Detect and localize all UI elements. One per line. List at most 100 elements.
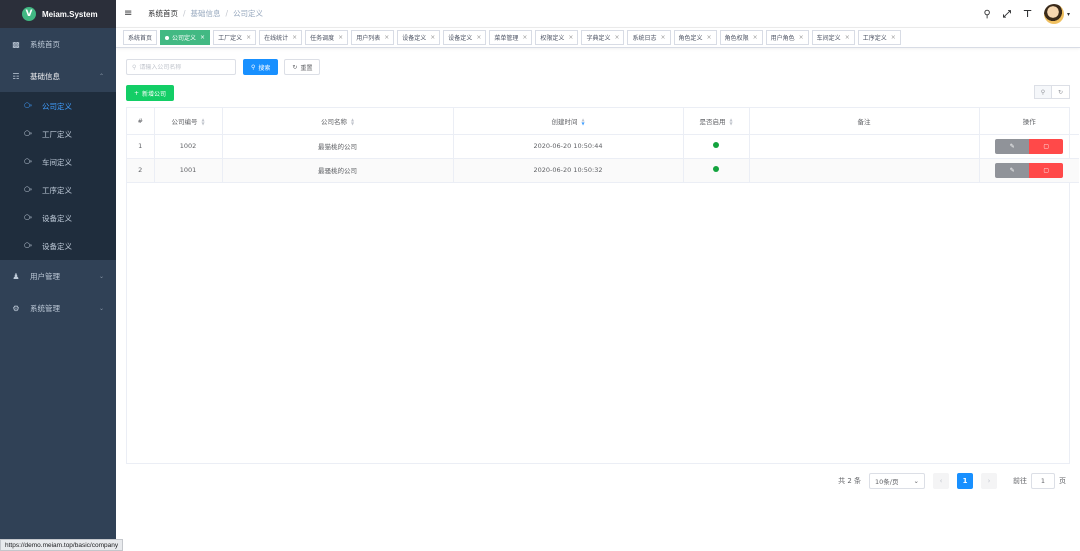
tag-6[interactable]: 设备定义 × [397,30,441,45]
cell-created: 2020-06-20 10:50:32 [453,158,684,183]
sort-icon[interactable]: ▲ ▼ [201,118,204,125]
close-icon[interactable]: × [476,34,481,41]
close-icon[interactable]: × [384,34,389,41]
sort-icon[interactable]: ▲ ▼ [581,118,584,125]
cell-name: 最猫桃的公司 [222,134,454,159]
page-number-current[interactable]: 1 [957,473,973,489]
company-name-field[interactable]: ⚲ [126,59,236,75]
tag-11[interactable]: 系统日志 × [627,30,671,45]
brand-name: Meiam.System [42,9,98,19]
tag-13[interactable]: 角色权限 × [719,30,763,45]
close-icon[interactable]: × [891,34,896,41]
sidebar-item-equipment-2[interactable]: ⧂ 设备定义 [0,232,116,260]
tag-label: 用户列表 [356,35,381,42]
cell-actions: ✎ ▢ [979,134,1079,159]
tag-9[interactable]: 权限定义 × [535,30,579,45]
cell-code: 1002 [154,134,223,159]
gear-icon: ⚙ [12,303,20,313]
enabled-check-icon [713,142,719,148]
close-icon[interactable]: × [522,34,527,41]
tag-14[interactable]: 用户角色 × [765,30,809,45]
column-header-name[interactable]: 公司名称 ▲ ▼ [222,108,454,135]
edit-button[interactable]: ✎ [995,138,1030,154]
sidebar-item-home[interactable]: ▩ 系统首页 [0,28,116,60]
fullscreen-icon[interactable]: ⤢ [1003,9,1011,20]
search-icon: ⚲ [251,63,256,71]
prev-page-button[interactable]: ‹ [933,473,949,489]
reset-button[interactable]: ↻ 重置 [284,59,321,75]
tag-0[interactable]: 系统首页 [123,30,158,45]
tag-10[interactable]: 字典定义 × [581,30,625,45]
sidebar-item-workshop[interactable]: ⧂ 车间定义 [0,148,116,176]
chevron-left-icon: ‹ [939,477,943,485]
delete-button[interactable]: ▢ [1029,138,1064,154]
tag-label: 角色权限 [724,35,749,42]
sidebar-item-users[interactable]: ♟ 用户管理 ⌄ [0,260,116,292]
tag-1[interactable]: 公司定义 × [160,30,211,45]
close-icon[interactable]: × [430,34,435,41]
sidebar-item-company[interactable]: ⧂ 公司定义 [0,92,116,120]
column-header-enabled[interactable]: 是否启用 ▲ ▼ [683,108,750,135]
toggle-search-button[interactable]: ⚲ [1034,85,1052,99]
sidebar-item-factory[interactable]: ⧂ 工厂定义 [0,120,116,148]
tag-4[interactable]: 任务调度 × [305,30,349,45]
add-company-button[interactable]: + 新增公司 [126,85,175,101]
close-icon[interactable]: × [661,34,666,41]
tag-label: 任务调度 [310,35,335,42]
close-icon[interactable]: × [200,34,205,41]
caret-down-icon[interactable]: ▾ [1067,11,1070,18]
sidebar-item-system[interactable]: ⚙ 系统管理 ⌄ [0,292,116,324]
page-size-value: 10条/页 [875,478,899,486]
trash-icon: ▢ [1043,166,1050,174]
page-size-select[interactable]: 10条/页 ⌄ [869,473,925,489]
column-header-created[interactable]: 创建时间 ▲ ▼ [453,108,684,135]
tag-12[interactable]: 角色定义 × [673,30,717,45]
avatar[interactable] [1043,4,1064,24]
column-header-code[interactable]: 公司编号 ▲ ▼ [154,108,223,135]
company-name-input[interactable] [139,63,230,71]
font-size-icon[interactable]: ⊤ [1023,9,1032,20]
close-icon[interactable]: × [568,34,573,41]
tag-label: 菜单管理 [494,35,519,42]
brand[interactable]: V Meiam.System [0,0,116,28]
tag-label: 在线统计 [264,35,289,42]
close-icon[interactable]: × [845,34,850,41]
sort-icon[interactable]: ▲ ▼ [351,118,354,125]
breadcrumb-home[interactable]: 系统首页 [148,8,178,19]
sort-icon[interactable]: ▲ ▼ [729,118,732,125]
tag-15[interactable]: 车间定义 × [811,30,855,45]
close-icon[interactable]: × [246,34,251,41]
close-icon[interactable]: × [338,34,343,41]
sidebar-item-label: 系统管理 [30,303,60,313]
tag-5[interactable]: 用户列表 × [351,30,395,45]
cell-created: 2020-06-20 10:50:44 [453,134,684,159]
search-button[interactable]: ⚲ 搜索 [243,59,279,75]
status-bar-url: https://demo.meiam.top/basic/company [0,539,124,551]
edit-button[interactable]: ✎ [995,162,1030,178]
sidebar-item-process[interactable]: ⧂ 工序定义 [0,176,116,204]
close-icon[interactable]: × [799,34,804,41]
tag-3[interactable]: 在线统计 × [259,30,303,45]
sidebar-item-equipment-1[interactable]: ⧂ 设备定义 [0,204,116,232]
tag-2[interactable]: 工厂定义 × [213,30,257,45]
search-icon[interactable]: ⚲ [984,9,991,20]
sidebar-item-label: 工厂定义 [42,129,72,139]
enabled-check-icon [713,166,719,172]
close-icon[interactable]: × [292,34,297,41]
goto-page-input[interactable] [1031,473,1055,489]
hamburger-icon[interactable]: ≡ [124,8,144,19]
close-icon[interactable]: × [614,34,619,41]
close-icon[interactable]: × [707,34,712,41]
column-header-label: 备注 [857,117,871,126]
next-page-button[interactable]: › [981,473,997,489]
tag-16[interactable]: 工序定义 × [857,30,901,45]
close-icon[interactable]: × [753,34,758,41]
tag-8[interactable]: 菜单管理 × [489,30,533,45]
sidebar-item-basic-info[interactable]: ☶ 基础信息 ⌃ [0,60,116,92]
users-icon: ♟ [12,271,20,281]
tag-label: 系统日志 [632,35,657,42]
delete-button[interactable]: ▢ [1029,162,1064,178]
tag-7[interactable]: 设备定义 × [443,30,487,45]
navbar-tools: ⚲ ⤢ ⊤ ▾ [984,0,1070,28]
refresh-button[interactable]: ↻ [1052,85,1070,99]
